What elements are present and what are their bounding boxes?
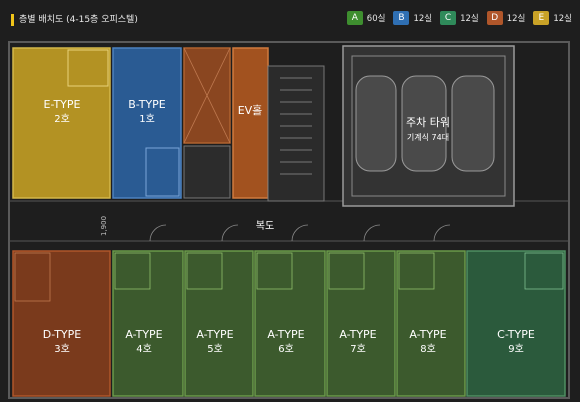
door-swing: [291, 224, 309, 242]
corridor-label: 복도: [256, 220, 274, 232]
unit-b-type-label: B-TYPE: [128, 98, 166, 111]
unit-a-type-7-area[interactable]: [326, 250, 396, 397]
ev-hall-area[interactable]: [232, 47, 269, 199]
unit-d-type-area[interactable]: [12, 250, 111, 397]
unit-a7-type-label: A-TYPE: [339, 328, 376, 341]
legend-item-c: C 12실: [440, 11, 479, 25]
legend-count-a: 60실: [366, 14, 386, 24]
unit-c-number-label: 9호: [508, 343, 524, 355]
title-accent-bar: [11, 14, 14, 26]
legend-badge-d: D: [486, 11, 503, 25]
unit-a-type-8-area[interactable]: [396, 250, 466, 397]
unit-a-type-4-area[interactable]: [112, 250, 184, 397]
legend-count-c: 12실: [460, 14, 479, 24]
unit-a6-type-label: A-TYPE: [267, 328, 304, 341]
unit-b-number-label: 1호: [139, 113, 155, 125]
unit-a6-number-label: 6호: [278, 343, 294, 355]
unit-a5-type-label: A-TYPE: [196, 328, 233, 341]
unit-a-type-6-area[interactable]: [254, 250, 326, 397]
unit-a4-number-label: 4호: [136, 343, 152, 355]
legend-item-e: E 12실: [533, 11, 572, 25]
unit-a4-type-label: A-TYPE: [125, 328, 162, 341]
door-swing: [221, 224, 239, 242]
legend-count-b: 12실: [413, 14, 433, 24]
unit-e-number-label: 2호: [54, 113, 70, 125]
legend-item-d: D 12실: [486, 11, 526, 25]
door-swing: [433, 224, 451, 242]
unit-a8-number-label: 8호: [420, 343, 436, 355]
unit-c-type-area[interactable]: [466, 250, 566, 397]
car-icon: [355, 75, 397, 172]
stair-core: [267, 65, 325, 202]
unit-d-type-label: D-TYPE: [43, 328, 82, 341]
legend-badge-b: B: [393, 11, 410, 25]
legend-count-d: 12실: [506, 14, 526, 24]
legend-item-b: B 12실: [393, 11, 432, 25]
unit-c-type-label: C-TYPE: [497, 328, 535, 341]
service-room: [183, 145, 231, 199]
floor-plan: E-TYPE 2호 B-TYPE 1호 EV홀 주차 타워 기계식 74대 복도…: [8, 41, 570, 399]
unit-legend: A 60실 B 12실 C 12실 D 12실 E 12실: [339, 11, 572, 25]
door-swing: [149, 224, 167, 242]
legend-badge-c: C: [440, 11, 457, 25]
page-title: 층별 배치도 (4-15층 오피스텔): [19, 15, 138, 25]
header: 층별 배치도 (4-15층 오피스텔) A 60실 B 12실 C 12실 D …: [0, 0, 580, 36]
car-icon: [451, 75, 495, 172]
unit-d-number-label: 3호: [54, 343, 70, 355]
corridor-dimension: 1,900: [100, 216, 108, 236]
legend-count-e: 12실: [553, 14, 572, 24]
door-swing: [363, 224, 381, 242]
legend-badge-a: A: [346, 11, 363, 25]
legend-item-a: A 60실: [346, 11, 386, 25]
unit-e-type-label: E-TYPE: [44, 98, 81, 111]
parking-tower-subtitle: 기계식 74대: [407, 132, 449, 142]
unit-a-type-5-area[interactable]: [184, 250, 254, 397]
unit-a5-number-label: 5호: [207, 343, 223, 355]
unit-a7-number-label: 7호: [350, 343, 366, 355]
parking-tower-title: 주차 타워: [406, 116, 450, 129]
ev-hall-label: EV홀: [238, 104, 263, 117]
legend-badge-e: E: [533, 11, 550, 25]
unit-a8-type-label: A-TYPE: [409, 328, 446, 341]
